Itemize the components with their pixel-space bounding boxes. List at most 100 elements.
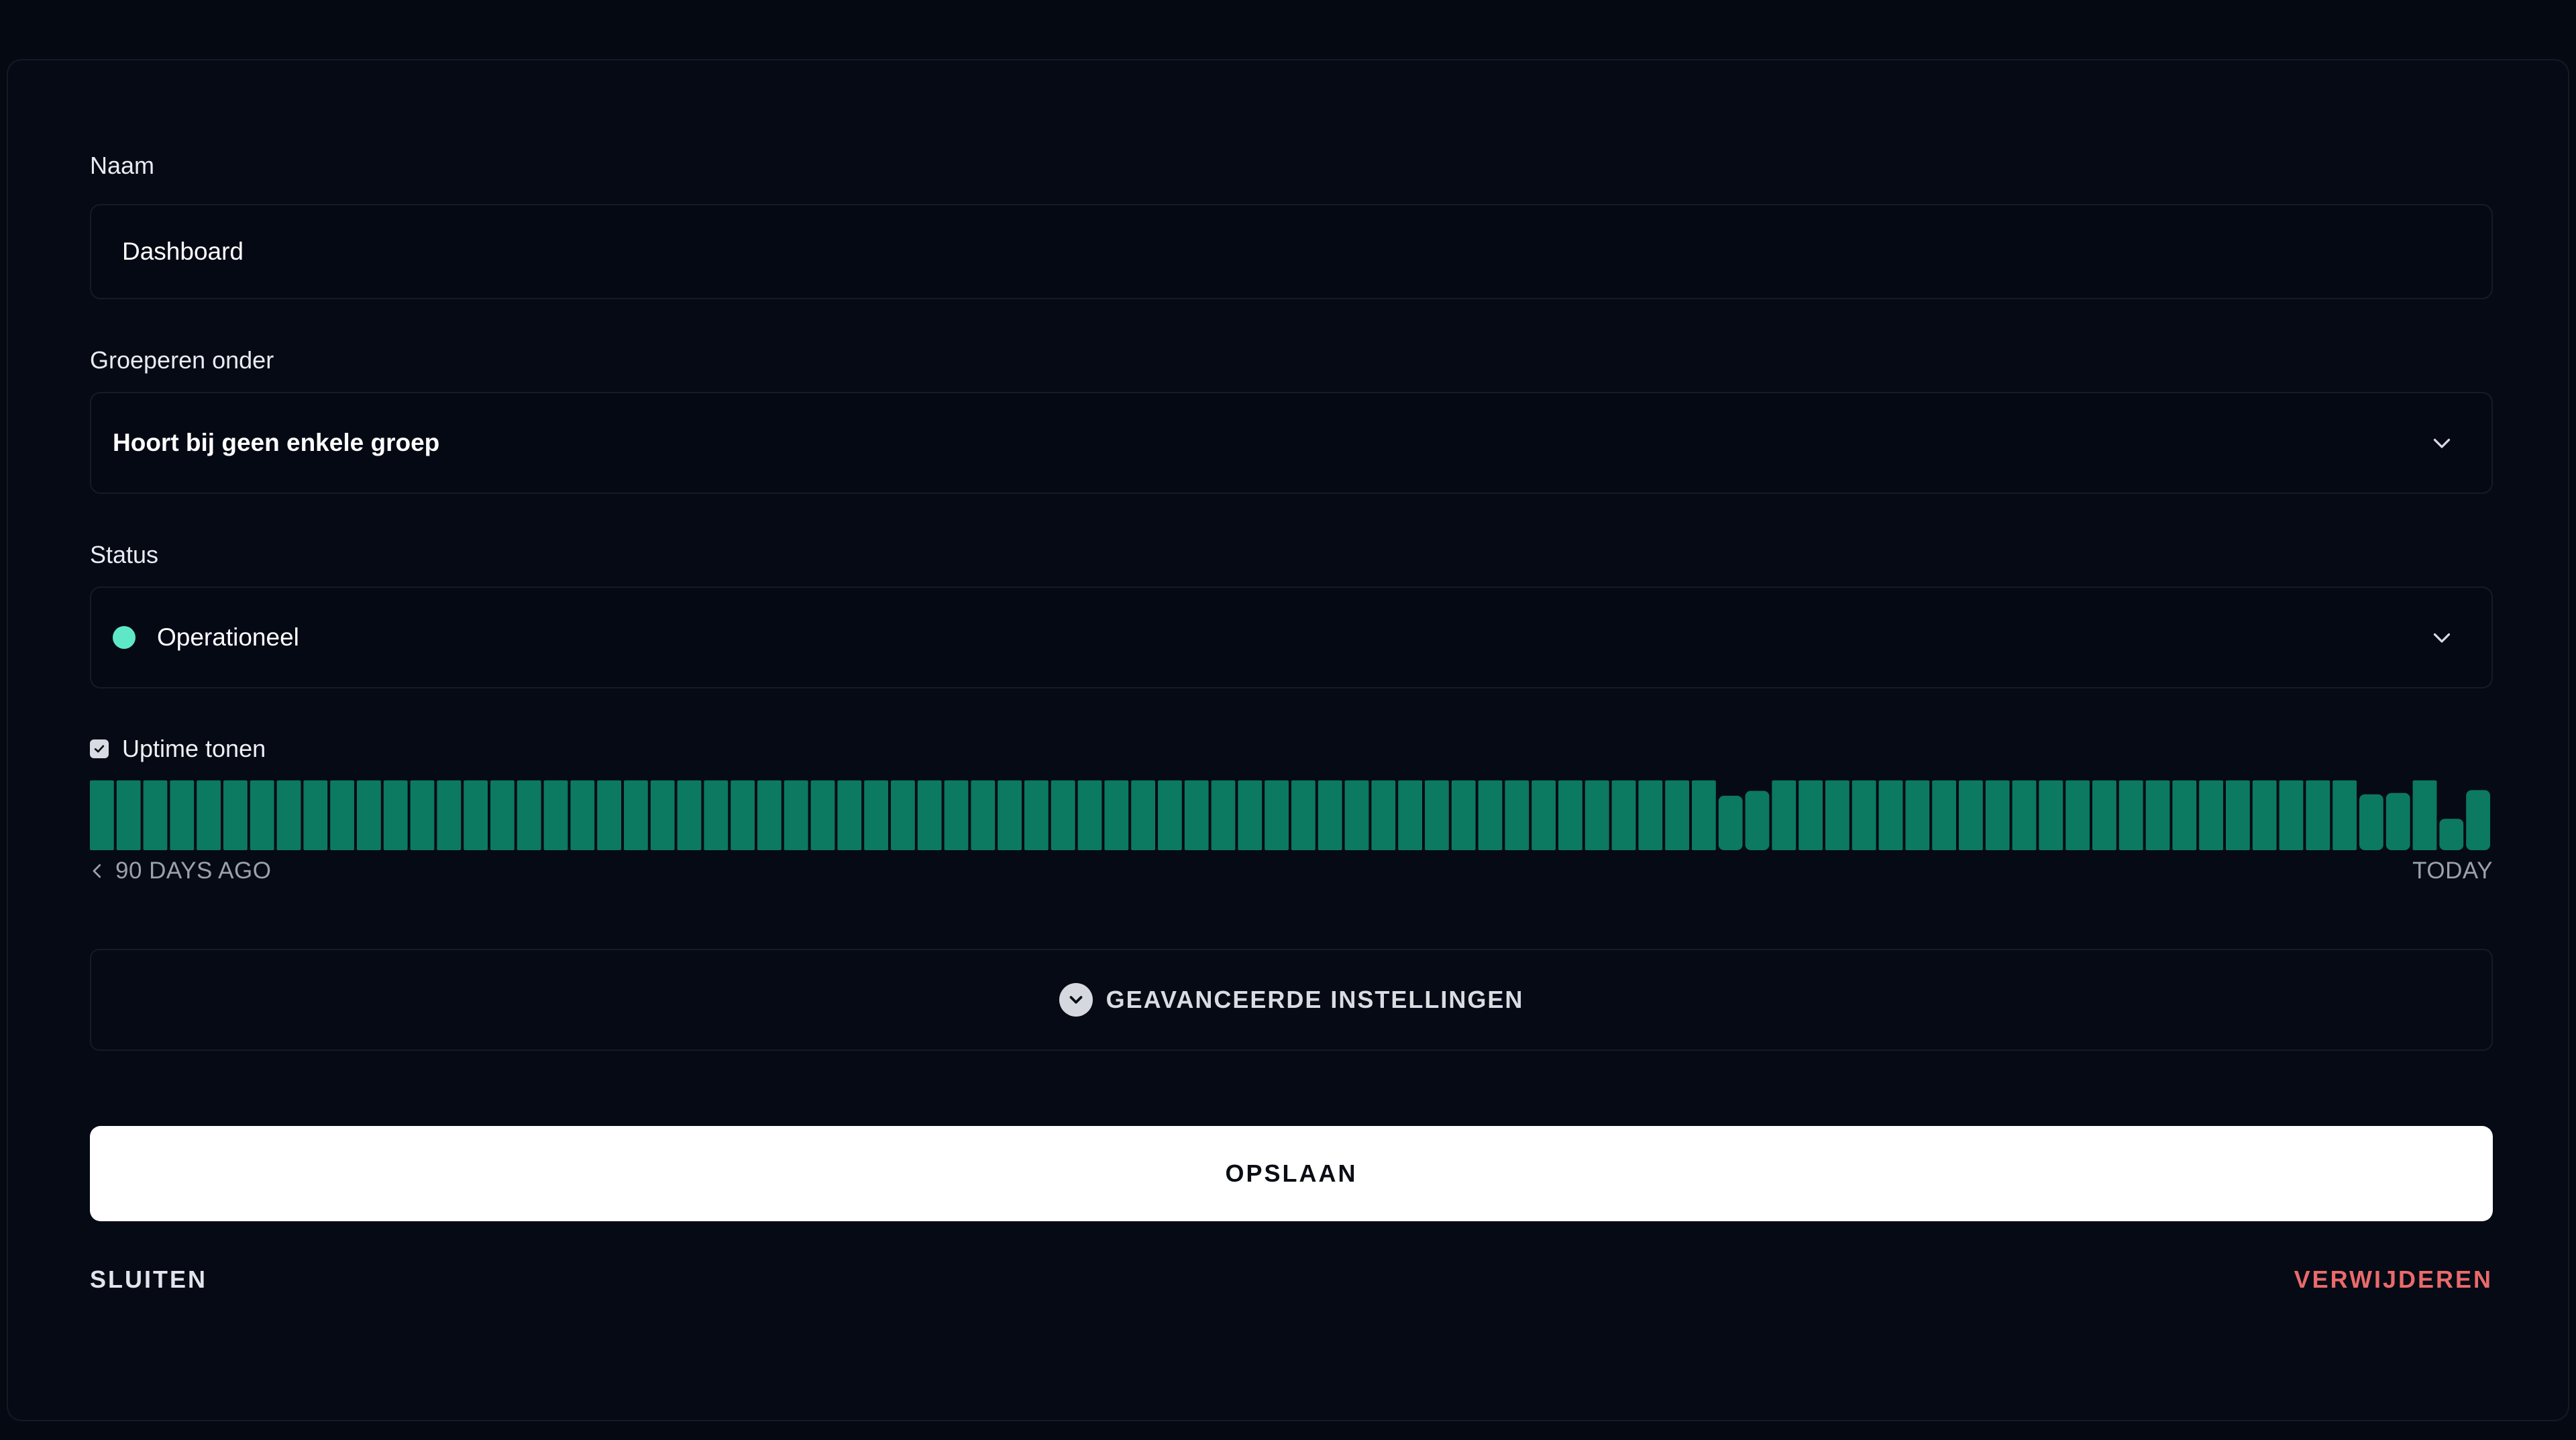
uptime-bar[interactable] (1851, 780, 1876, 850)
uptime-bar[interactable] (1505, 780, 1529, 850)
uptime-bar[interactable] (250, 780, 274, 850)
uptime-bar[interactable] (704, 780, 729, 850)
uptime-bar[interactable] (624, 780, 648, 850)
chevron-left-icon[interactable] (87, 859, 107, 883)
uptime-bar[interactable] (170, 780, 195, 850)
uptime-bar[interactable] (410, 780, 435, 850)
uptime-bar[interactable] (917, 780, 942, 850)
uptime-bar[interactable] (2145, 780, 2170, 850)
uptime-bar[interactable] (2279, 780, 2304, 850)
uptime-bar[interactable] (197, 780, 221, 850)
uptime-bar[interactable] (1692, 780, 1716, 850)
uptime-bar[interactable] (944, 780, 969, 850)
uptime-bar[interactable] (1532, 780, 1556, 850)
uptime-bar[interactable] (223, 780, 248, 850)
uptime-bar[interactable] (383, 780, 408, 850)
uptime-bar[interactable] (1104, 780, 1129, 850)
uptime-bar[interactable] (1825, 780, 1849, 850)
uptime-bar[interactable] (1665, 780, 1689, 850)
uptime-bar[interactable] (1585, 780, 1609, 850)
uptime-bar[interactable] (1184, 780, 1209, 850)
uptime-bar[interactable] (1718, 795, 1743, 850)
uptime-bar[interactable] (1024, 780, 1049, 850)
uptime-bar[interactable] (1425, 780, 1449, 850)
uptime-bar[interactable] (1985, 780, 2010, 850)
uptime-bar[interactable] (2172, 780, 2197, 850)
uptime-bar[interactable] (1878, 780, 1903, 850)
uptime-bar[interactable] (2226, 780, 2250, 850)
uptime-bar[interactable] (650, 780, 675, 850)
status-select[interactable]: Operationeel (90, 586, 2493, 688)
uptime-bar[interactable] (810, 780, 835, 850)
uptime-bar[interactable] (1478, 780, 1503, 850)
uptime-bar[interactable] (597, 780, 621, 850)
uptime-bar[interactable] (143, 780, 168, 850)
uptime-bar[interactable] (2412, 780, 2437, 850)
uptime-checkbox[interactable] (90, 739, 109, 758)
uptime-bar[interactable] (90, 780, 114, 850)
uptime-bar[interactable] (1611, 780, 1636, 850)
uptime-toggle[interactable]: Uptime tonen (90, 733, 266, 765)
uptime-bar[interactable] (971, 780, 996, 850)
uptime-bar[interactable] (2092, 780, 2116, 850)
uptime-bar[interactable] (437, 780, 462, 850)
uptime-bar[interactable] (2039, 780, 2063, 850)
uptime-bar[interactable] (1051, 780, 1075, 850)
uptime-bar[interactable] (1238, 780, 1263, 850)
uptime-bar[interactable] (2199, 780, 2223, 850)
uptime-bar[interactable] (784, 780, 808, 850)
uptime-bar[interactable] (1211, 780, 1236, 850)
uptime-bar[interactable] (464, 780, 488, 850)
uptime-bar[interactable] (757, 780, 782, 850)
name-field[interactable]: Dashboard (90, 204, 2493, 299)
uptime-bar[interactable] (837, 780, 862, 850)
uptime-bar[interactable] (2306, 780, 2330, 850)
close-button[interactable]: SLUITEN (90, 1266, 207, 1294)
uptime-bar[interactable] (1905, 780, 1930, 850)
uptime-bar[interactable] (891, 780, 915, 850)
uptime-bar[interactable] (2466, 790, 2490, 850)
uptime-bar[interactable] (517, 780, 541, 850)
uptime-bar[interactable] (677, 780, 702, 850)
uptime-bar[interactable] (2385, 792, 2410, 850)
uptime-bar[interactable] (2118, 780, 2143, 850)
uptime-bar[interactable] (1638, 780, 1663, 850)
uptime-bar[interactable] (2439, 819, 2464, 850)
group-select[interactable]: Hoort bij geen enkele groep (90, 392, 2493, 494)
uptime-bar[interactable] (2252, 780, 2277, 850)
uptime-bar[interactable] (1558, 780, 1582, 850)
uptime-bar[interactable] (570, 780, 595, 850)
uptime-bar[interactable] (1265, 780, 1289, 850)
uptime-bar[interactable] (1799, 780, 1823, 850)
uptime-bar[interactable] (1077, 780, 1102, 850)
save-button[interactable]: OPSLAAN (90, 1126, 2493, 1221)
uptime-bar[interactable] (1131, 780, 1155, 850)
uptime-bar[interactable] (1318, 780, 1342, 850)
uptime-bar[interactable] (1398, 780, 1422, 850)
delete-button[interactable]: VERWIJDEREN (2294, 1266, 2493, 1294)
uptime-bar[interactable] (864, 780, 888, 850)
uptime-bar[interactable] (1451, 780, 1476, 850)
uptime-bar[interactable] (2332, 780, 2357, 850)
uptime-bar[interactable] (303, 780, 328, 850)
uptime-bar[interactable] (2359, 794, 2383, 850)
uptime-bar[interactable] (330, 780, 354, 850)
uptime-bar[interactable] (357, 780, 381, 850)
uptime-bar[interactable] (1959, 780, 1983, 850)
uptime-bar[interactable] (1158, 780, 1182, 850)
uptime-bar[interactable] (1772, 780, 1796, 850)
uptime-bar[interactable] (1745, 790, 1770, 850)
uptime-bar[interactable] (276, 780, 301, 850)
uptime-bar[interactable] (543, 780, 568, 850)
uptime-bar[interactable] (998, 780, 1022, 850)
uptime-bar[interactable] (2012, 780, 2037, 850)
uptime-bar[interactable] (1344, 780, 1369, 850)
uptime-bar[interactable] (490, 780, 515, 850)
uptime-bar[interactable] (1932, 780, 1956, 850)
uptime-bar[interactable] (116, 780, 141, 850)
uptime-bar[interactable] (2065, 780, 2090, 850)
uptime-bar[interactable] (1371, 780, 1396, 850)
uptime-bar[interactable] (1291, 780, 1316, 850)
advanced-settings-toggle[interactable]: GEAVANCEERDE INSTELLINGEN (90, 949, 2493, 1051)
uptime-bar[interactable] (731, 780, 755, 850)
